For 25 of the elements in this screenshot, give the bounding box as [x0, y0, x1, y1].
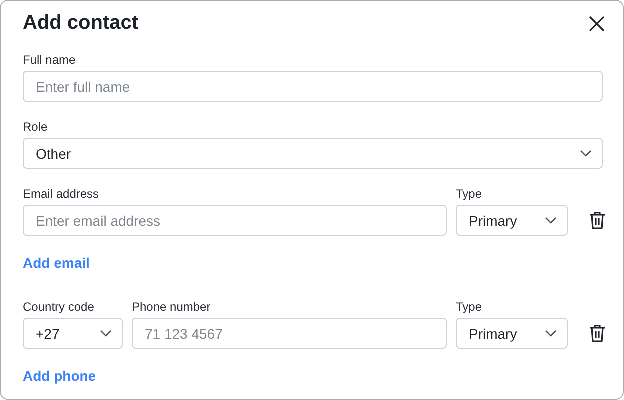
type-select[interactable]: Primary [456, 318, 568, 349]
trash-icon [588, 324, 606, 343]
add-email-link[interactable]: Add email [23, 255, 90, 271]
close-icon [589, 16, 605, 32]
field-label: Type [456, 302, 484, 313]
type-select[interactable]: Primary [456, 205, 568, 236]
field-label: Email address [23, 189, 100, 200]
role-select[interactable]: Other [23, 138, 603, 169]
field-label: Phone number [132, 302, 212, 313]
chevron-down-icon [545, 217, 557, 224]
country-code-select[interactable]: +27 [23, 318, 123, 349]
phone-field[interactable]: 71 123 4567 [132, 318, 447, 349]
chevron-down-icon [545, 330, 557, 337]
field-label: Type [456, 189, 484, 200]
field-label: Full name [23, 55, 77, 66]
full-name-field[interactable]: Enter full name [23, 71, 603, 102]
add-phone-link[interactable]: Add phone [23, 368, 96, 384]
trash-icon [588, 211, 606, 230]
close-button[interactable] [587, 14, 607, 34]
chevron-down-icon [580, 150, 592, 157]
chevron-down-icon [100, 330, 112, 337]
field-label: Role [23, 122, 49, 133]
email-field[interactable]: Enter email address [23, 205, 447, 236]
field-label: Country code [23, 302, 96, 313]
dialog-title: Add contact [23, 12, 139, 35]
